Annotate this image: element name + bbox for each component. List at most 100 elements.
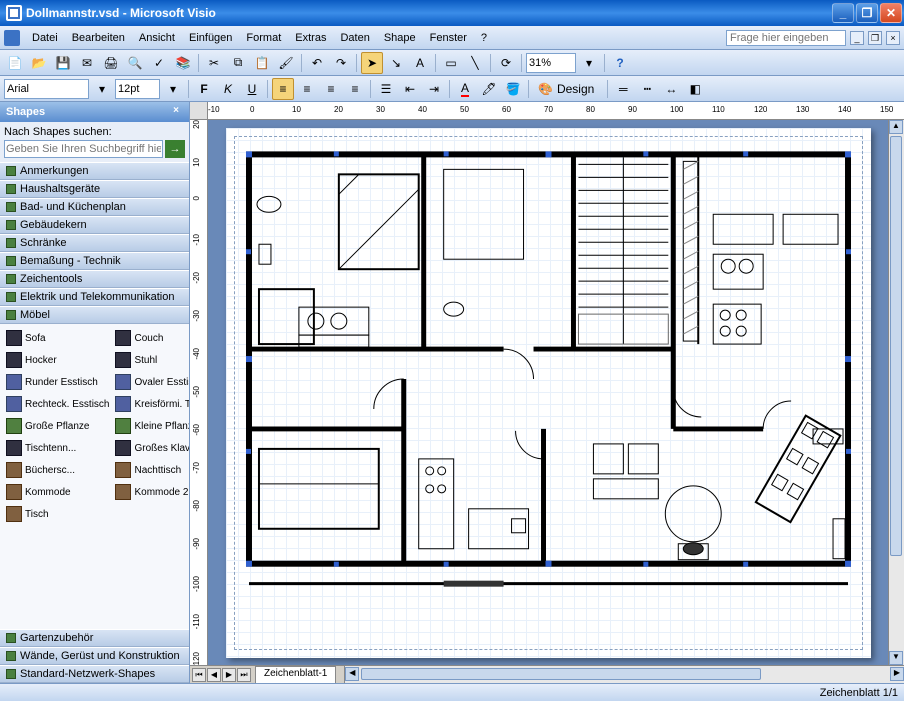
cut-button[interactable]: ✂ — [203, 52, 225, 74]
stencil-bar[interactable]: Standard-Netzwerk-Shapes — [0, 665, 189, 683]
preview-button[interactable]: 🔍 — [124, 52, 146, 74]
canvas-viewport[interactable] — [208, 120, 888, 665]
floorplan[interactable] — [244, 148, 853, 630]
line-pattern-button[interactable]: ┅ — [636, 78, 658, 100]
rectangle-tool-button[interactable]: ▭ — [440, 52, 462, 74]
shape-item[interactable]: Tischtenn... — [4, 438, 111, 458]
mail-button[interactable]: ✉ — [76, 52, 98, 74]
menu-format[interactable]: Format — [240, 30, 287, 46]
font-color-button[interactable]: A — [454, 78, 476, 100]
stencil-bar[interactable]: Zeichentools — [0, 270, 189, 288]
document-icon[interactable] — [4, 30, 20, 46]
shape-item[interactable]: Hocker — [4, 350, 111, 370]
underline-button[interactable]: U — [241, 78, 263, 100]
tab-last-button[interactable]: ⏭ — [237, 668, 251, 682]
font-dropdown[interactable]: ▾ — [91, 78, 113, 100]
indent-dec-button[interactable]: ⇤ — [399, 78, 421, 100]
mdi-minimize[interactable]: _ — [850, 31, 864, 45]
stencil-bar[interactable]: Schränke — [0, 234, 189, 252]
scroll-down-icon[interactable]: ▼ — [889, 651, 903, 665]
shape-item[interactable]: Rechteck. Esstisch — [4, 394, 111, 414]
save-button[interactable]: 💾 — [52, 52, 74, 74]
connector-tool-button[interactable]: ↘ — [385, 52, 407, 74]
scroll-left-icon[interactable]: ◀ — [345, 667, 359, 681]
research-button[interactable]: 📚 — [172, 52, 194, 74]
copy-button[interactable]: ⧉ — [227, 52, 249, 74]
bold-button[interactable]: F — [193, 78, 215, 100]
shape-item[interactable]: Couch — [113, 328, 189, 348]
shape-item[interactable]: Nachttisch — [113, 460, 189, 480]
menu-daten[interactable]: Daten — [334, 30, 375, 46]
redo-button[interactable]: ↷ — [330, 52, 352, 74]
format-painter-button[interactable]: 🖌 — [275, 52, 297, 74]
font-combo[interactable] — [4, 79, 89, 99]
line-tool-button[interactable]: ╲ — [464, 52, 486, 74]
undo-button[interactable]: ↶ — [306, 52, 328, 74]
scroll-right-icon[interactable]: ▶ — [890, 667, 904, 681]
maximize-button[interactable]: ❐ — [856, 3, 878, 23]
stencil-bar[interactable]: Haushaltsgeräte — [0, 180, 189, 198]
open-button[interactable]: 📂 — [28, 52, 50, 74]
help-button[interactable]: ? — [609, 52, 631, 74]
line-weight-button[interactable]: ═ — [612, 78, 634, 100]
menu-einfuegen[interactable]: Einfügen — [183, 30, 238, 46]
mdi-close[interactable]: × — [886, 31, 900, 45]
fontsize-dropdown[interactable]: ▾ — [162, 78, 184, 100]
stencil-bar[interactable]: Möbel — [0, 306, 189, 324]
mdi-restore[interactable]: ❐ — [868, 31, 882, 45]
sheet-tab[interactable]: Zeichenblatt-1 — [255, 666, 336, 683]
shape-item[interactable]: Sofa — [4, 328, 111, 348]
vertical-scrollbar[interactable]: ▲ ▼ — [888, 120, 904, 665]
bullets-button[interactable]: ☰ — [375, 78, 397, 100]
align-justify-button[interactable]: ≡ — [344, 78, 366, 100]
menu-datei[interactable]: Datei — [26, 30, 64, 46]
drawing-page[interactable] — [226, 128, 871, 658]
paste-button[interactable]: 📋 — [251, 52, 273, 74]
text-tool-button[interactable]: A — [409, 52, 431, 74]
zoom-dropdown[interactable]: ▾ — [578, 52, 600, 74]
shapes-search-go[interactable]: → — [165, 140, 185, 158]
design-button[interactable]: 🎨Design — [533, 78, 603, 100]
stencil-bar[interactable]: Wände, Gerüst und Konstruktion — [0, 647, 189, 665]
indent-inc-button[interactable]: ⇥ — [423, 78, 445, 100]
rotate-button[interactable]: ⟳ — [495, 52, 517, 74]
shape-item[interactable]: Runder Esstisch — [4, 372, 111, 392]
shape-item[interactable]: Kreisförmi. Tisch — [113, 394, 189, 414]
shape-item[interactable]: Stuhl — [113, 350, 189, 370]
shape-item[interactable]: Große Pflanze — [4, 416, 111, 436]
stencil-bar[interactable]: Gartenzubehör — [0, 629, 189, 647]
hscroll-thumb[interactable] — [361, 668, 761, 680]
stencil-bar[interactable]: Bemaßung - Technik — [0, 252, 189, 270]
shadow-button[interactable]: ◧ — [684, 78, 706, 100]
shape-item[interactable]: Tisch — [4, 504, 111, 524]
menu-ansicht[interactable]: Ansicht — [133, 30, 181, 46]
scroll-up-icon[interactable]: ▲ — [889, 120, 903, 134]
shapes-close-icon[interactable]: × — [169, 105, 183, 119]
fill-color-button[interactable]: 🪣 — [502, 78, 524, 100]
line-ends-button[interactable]: ↔ — [660, 78, 682, 100]
shape-item[interactable]: Kommode — [4, 482, 111, 502]
stencil-bar[interactable]: Elektrik und Telekommunikation — [0, 288, 189, 306]
align-right-button[interactable]: ≡ — [320, 78, 342, 100]
menu-extras[interactable]: Extras — [289, 30, 332, 46]
stencil-bar[interactable]: Gebäudekern — [0, 216, 189, 234]
menu-bearbeiten[interactable]: Bearbeiten — [66, 30, 131, 46]
menu-shape[interactable]: Shape — [378, 30, 422, 46]
fontsize-combo[interactable] — [115, 79, 160, 99]
zoom-combo[interactable] — [526, 53, 576, 73]
close-button[interactable]: ✕ — [880, 3, 902, 23]
shapes-search-input[interactable] — [4, 140, 163, 158]
horizontal-scrollbar[interactable]: ◀ ▶ — [344, 666, 904, 683]
vscroll-thumb[interactable] — [890, 136, 902, 556]
minimize-button[interactable]: _ — [832, 3, 854, 23]
menu-fenster[interactable]: Fenster — [424, 30, 473, 46]
spell-button[interactable]: ✓ — [148, 52, 170, 74]
shape-item[interactable]: Kommode 2 Schubl. — [113, 482, 189, 502]
pointer-tool-button[interactable]: ➤ — [361, 52, 383, 74]
shape-item[interactable]: Kleine Pflanze — [113, 416, 189, 436]
tab-first-button[interactable]: ⏮ — [192, 668, 206, 682]
italic-button[interactable]: K — [217, 78, 239, 100]
new-button[interactable]: 📄 — [4, 52, 26, 74]
stencil-bar[interactable]: Anmerkungen — [0, 162, 189, 180]
align-center-button[interactable]: ≡ — [296, 78, 318, 100]
